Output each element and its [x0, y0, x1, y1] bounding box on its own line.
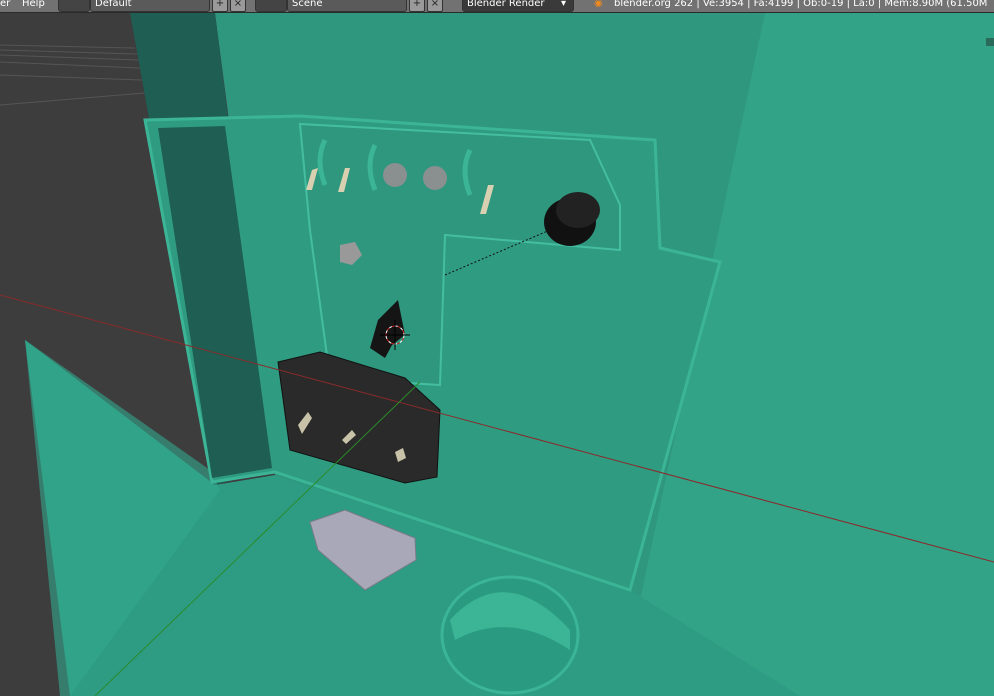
- 3d-viewport[interactable]: [0, 13, 994, 696]
- remove-scene-button[interactable]: ×: [427, 0, 443, 12]
- menu-item-help[interactable]: Help: [22, 0, 45, 9]
- menu-item-render[interactable]: er: [0, 0, 10, 9]
- info-header: er Help Default + × Scene + × Blender Re…: [0, 0, 994, 13]
- scene-field[interactable]: Scene: [287, 0, 407, 12]
- layout-icon[interactable]: [58, 0, 90, 12]
- add-layout-button[interactable]: +: [212, 0, 228, 12]
- remove-layout-button[interactable]: ×: [230, 0, 246, 12]
- add-scene-button[interactable]: +: [409, 0, 425, 12]
- screen-layout-field[interactable]: Default: [90, 0, 210, 12]
- chevron-down-icon: ▾: [561, 0, 567, 9]
- scene-stats: blender.org 262 | Ve:3954 | Fa:4199 | Ob…: [614, 0, 988, 9]
- button-1: [383, 163, 407, 187]
- button-2: [423, 166, 447, 190]
- blender-logo-icon: ◉: [594, 0, 603, 9]
- render-engine-select[interactable]: Blender Render ▾: [462, 0, 574, 12]
- viewport-corner-widget[interactable]: [986, 38, 994, 46]
- round-hole: [440, 575, 580, 695]
- scene-icon[interactable]: [255, 0, 287, 12]
